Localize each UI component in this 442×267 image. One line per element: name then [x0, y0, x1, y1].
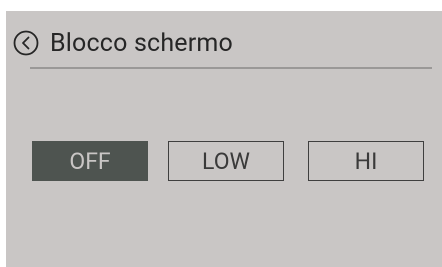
option-low-button[interactable]: LOW [168, 141, 284, 181]
screen-lock-panel: Blocco schermo OFF LOW HI [6, 11, 442, 267]
header: Blocco schermo [12, 25, 233, 61]
page-title: Blocco schermo [50, 28, 234, 58]
divider [30, 67, 432, 69]
option-hi-button[interactable]: HI [308, 141, 424, 181]
back-icon[interactable] [12, 29, 40, 57]
lock-level-options: OFF LOW HI [6, 141, 442, 183]
option-off-button[interactable]: OFF [32, 141, 148, 181]
